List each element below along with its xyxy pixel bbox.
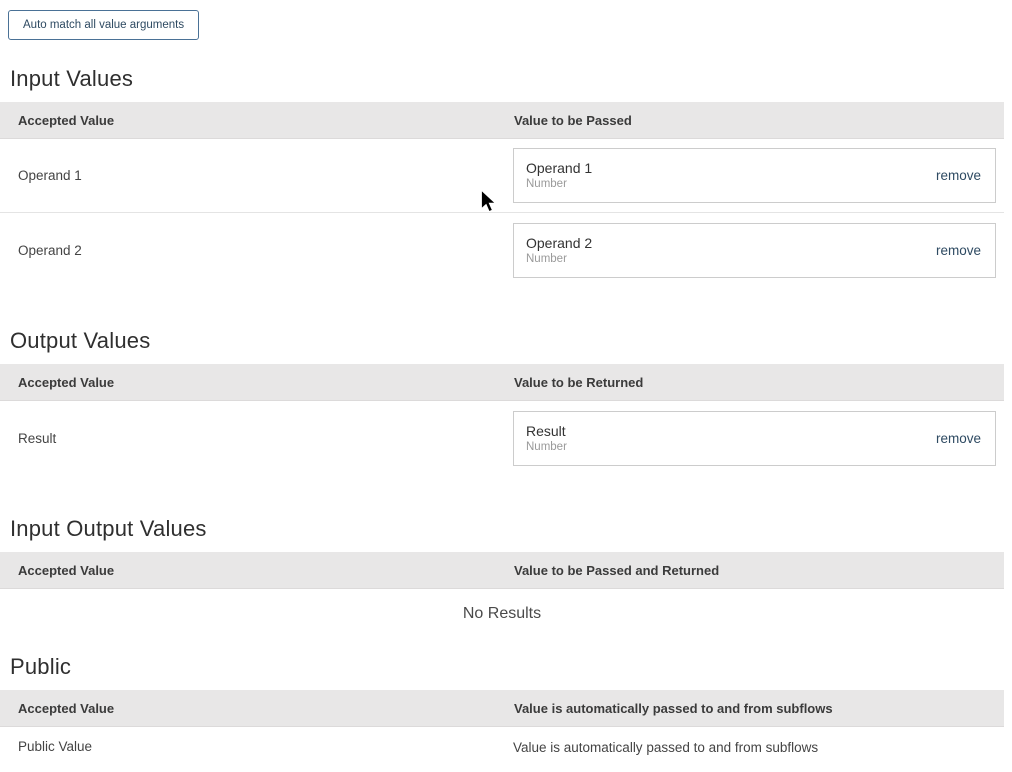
section-output-values: Output Values Accepted Value Value to be…	[0, 328, 1012, 475]
section-input-values: Input Values Accepted Value Value to be …	[0, 66, 1012, 287]
value-pill-text: Operand 1 Number	[526, 159, 936, 192]
remove-link[interactable]: remove	[936, 243, 981, 258]
value-pill[interactable]: Result Number remove	[513, 411, 996, 466]
section-title-public: Public	[10, 654, 1012, 680]
section-title-output-values: Output Values	[10, 328, 1012, 354]
column-header-accepted-value: Accepted Value	[0, 375, 513, 390]
output-values-table: Accepted Value Value to be Returned Resu…	[0, 364, 1004, 475]
input-values-table: Accepted Value Value to be Passed Operan…	[0, 102, 1004, 287]
remove-link[interactable]: remove	[936, 168, 981, 183]
column-header-value-to-be-passed: Value to be Passed	[513, 113, 1004, 128]
value-pill-text: Operand 2 Number	[526, 234, 936, 267]
column-header-value-to-be-returned: Value to be Returned	[513, 375, 1004, 390]
section-public: Public Accepted Value Value is automatic…	[0, 654, 1012, 772]
public-value-description: Value is automatically passed to and fro…	[513, 740, 818, 755]
table-header-row: Accepted Value Value is automatically pa…	[0, 690, 1004, 727]
remove-link[interactable]: remove	[936, 431, 981, 446]
section-title-input-values: Input Values	[10, 66, 1012, 92]
table-header-row: Accepted Value Value to be Passed	[0, 102, 1004, 139]
value-cell: Result Number remove	[513, 411, 1004, 466]
value-pill-title: Result	[526, 422, 936, 440]
value-cell: Operand 2 Number remove	[513, 223, 1004, 278]
value-pill[interactable]: Operand 2 Number remove	[513, 223, 996, 278]
value-pill-title: Operand 2	[526, 234, 936, 252]
accepted-value-label: Operand 2	[0, 243, 513, 258]
value-mapping-page: Auto match all value arguments Input Val…	[0, 0, 1012, 772]
column-header-value-passed-and-returned: Value to be Passed and Returned	[513, 563, 1004, 578]
input-output-values-table: Accepted Value Value to be Passed and Re…	[0, 552, 1004, 643]
section-title-input-output-values: Input Output Values	[10, 516, 1012, 542]
public-table: Accepted Value Value is automatically pa…	[0, 690, 1004, 772]
column-header-accepted-value: Accepted Value	[0, 113, 513, 128]
column-header-accepted-value: Accepted Value	[0, 701, 513, 716]
value-pill-type: Number	[526, 252, 936, 267]
value-pill-title: Operand 1	[526, 159, 936, 177]
value-cell: Operand 1 Number remove	[513, 148, 1004, 203]
accepted-value-label: Operand 1	[0, 168, 513, 183]
value-pill[interactable]: Operand 1 Number remove	[513, 148, 996, 203]
column-header-auto-passed-subflows: Value is automatically passed to and fro…	[513, 701, 1004, 716]
accepted-value-label: Result	[0, 431, 513, 446]
table-header-row: Accepted Value Value to be Returned	[0, 364, 1004, 401]
section-input-output-values: Input Output Values Accepted Value Value…	[0, 516, 1012, 643]
auto-match-button[interactable]: Auto match all value arguments	[8, 10, 199, 40]
value-pill-text: Result Number	[526, 422, 936, 455]
table-row: Operand 1 Operand 1 Number remove	[0, 139, 1004, 213]
table-row: Result Result Number remove	[0, 401, 1004, 475]
value-pill-type: Number	[526, 440, 936, 455]
accepted-value-label: Public Value	[0, 739, 513, 754]
value-pill-type: Number	[526, 177, 936, 192]
value-cell: Value is automatically passed to and fro…	[513, 739, 1004, 757]
table-header-row: Accepted Value Value to be Passed and Re…	[0, 552, 1004, 589]
no-results-message: No Results	[0, 589, 1004, 643]
table-row: Operand 2 Operand 2 Number remove	[0, 213, 1004, 287]
table-row: Public Value Value is automatically pass…	[0, 727, 1004, 772]
column-header-accepted-value: Accepted Value	[0, 563, 513, 578]
